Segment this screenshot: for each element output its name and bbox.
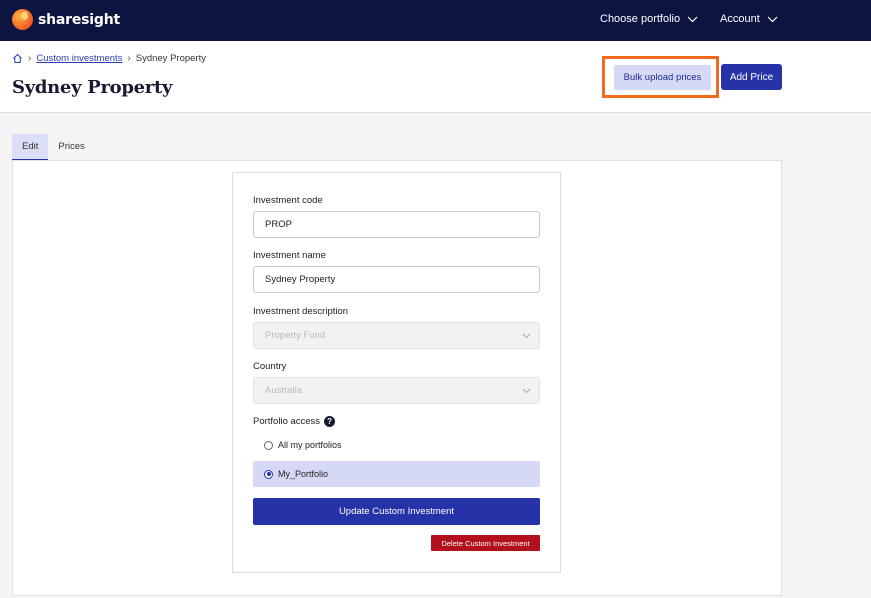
investment-description-label: Investment description — [253, 306, 349, 317]
radio-all-my-portfolios[interactable]: All my portfolios — [253, 432, 540, 458]
country-select: Australia — [253, 377, 540, 404]
account-label: Account — [720, 13, 760, 25]
home-icon[interactable] — [12, 53, 23, 64]
radio-button[interactable] — [264, 440, 273, 450]
account-menu[interactable]: Account — [720, 13, 778, 25]
logo-icon — [12, 9, 33, 30]
top-navbar: sharesight Choose portfolio Account — [0, 0, 871, 41]
radio-label: All my portfolios — [278, 440, 342, 450]
brand-logo[interactable]: sharesight — [12, 9, 120, 30]
investment-description-select: Property Fund — [253, 322, 540, 349]
breadcrumb-separator-icon: › — [28, 53, 32, 64]
chevron-down-icon — [522, 333, 531, 339]
brand-name: sharesight — [38, 11, 120, 28]
tab-prices[interactable]: Prices — [48, 134, 94, 161]
question-icon[interactable]: ? — [324, 416, 336, 427]
tab-edit[interactable]: Edit — [12, 134, 49, 161]
investment-name-label: Investment name — [253, 250, 326, 261]
portfolio-access-text: Portfolio access — [253, 416, 321, 428]
breadcrumb-current: Sydney Property — [135, 53, 206, 64]
radio-label: My_Portfolio — [278, 469, 329, 479]
breadcrumb-custom-investments-link[interactable]: Custom investments — [36, 53, 122, 64]
investment-name-input[interactable]: Sydney Property — [253, 266, 540, 293]
bulk-upload-prices-button[interactable]: Bulk upload prices — [614, 65, 711, 90]
country-value: Australia — [265, 385, 302, 396]
add-price-button[interactable]: Add Price — [721, 64, 782, 90]
radio-button-selected[interactable] — [264, 469, 273, 479]
chevron-down-icon — [687, 16, 698, 22]
portfolio-access-label: Portfolio access? — [253, 416, 336, 428]
radio-my-portfolio[interactable]: My_Portfolio — [253, 461, 540, 487]
delete-custom-investment-button[interactable]: Delete Custom Investment — [431, 535, 540, 551]
chevron-down-icon — [767, 16, 778, 22]
choose-portfolio-menu[interactable]: Choose portfolio — [600, 13, 698, 25]
choose-portfolio-label: Choose portfolio — [600, 13, 681, 25]
tab-bar: Edit Prices — [12, 134, 95, 161]
breadcrumb-separator-icon: › — [127, 53, 131, 64]
investment-code-label: Investment code — [253, 195, 323, 206]
country-label: Country — [253, 361, 287, 372]
chevron-down-icon — [522, 388, 531, 394]
investment-code-input[interactable]: PROP — [253, 211, 540, 238]
breadcrumb: › Custom investments › Sydney Property — [12, 53, 206, 64]
investment-description-value: Property Fund — [265, 330, 326, 341]
update-custom-investment-button[interactable]: Update Custom Investment — [253, 498, 540, 525]
page-title: Sydney Property — [12, 77, 173, 98]
